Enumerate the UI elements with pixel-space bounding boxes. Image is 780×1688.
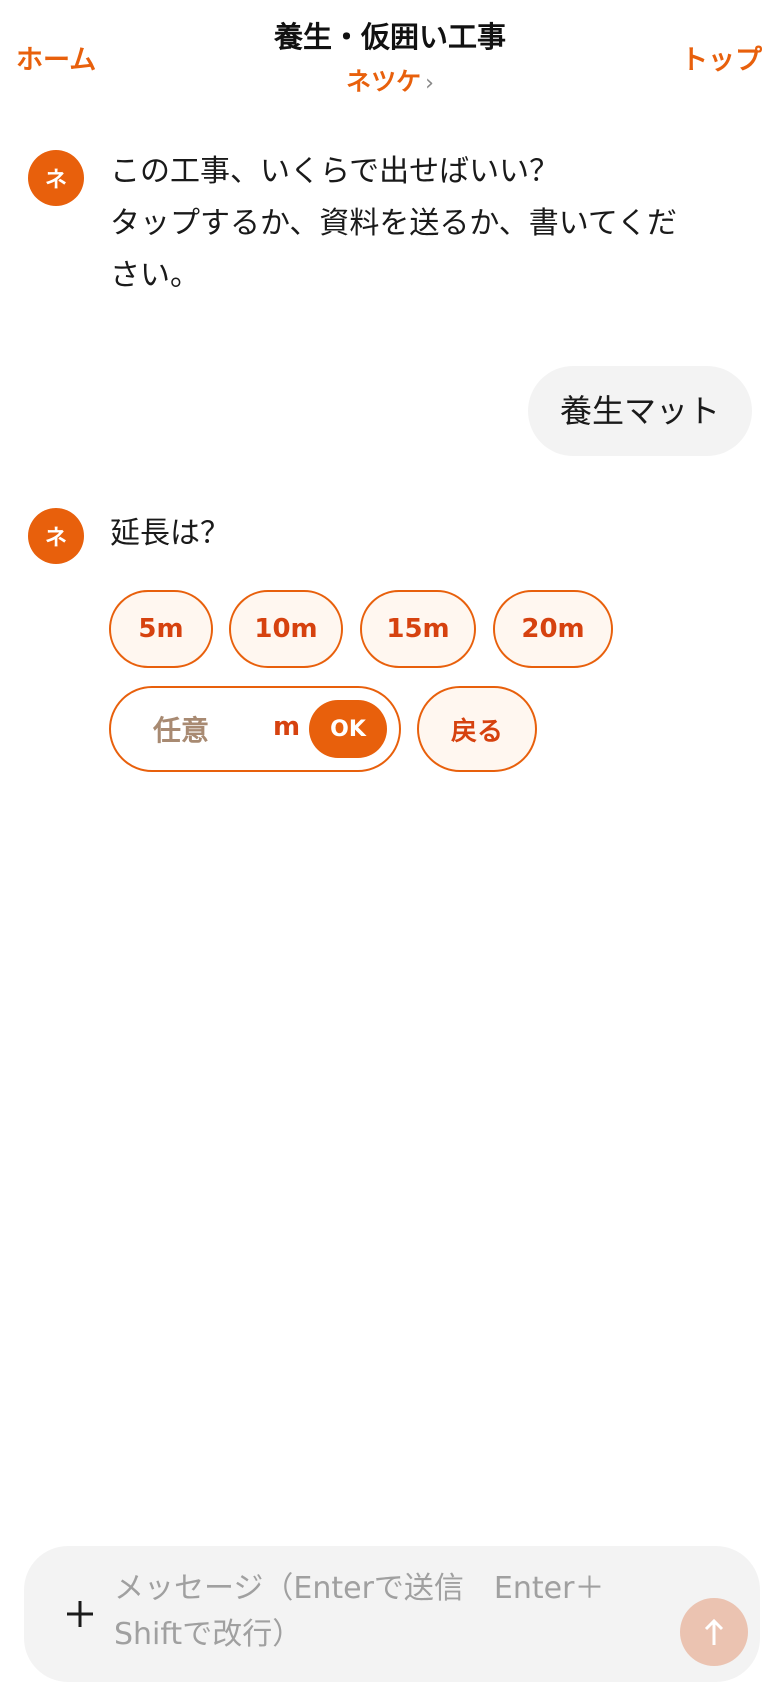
option-chip-20m[interactable]: 20m bbox=[493, 590, 613, 668]
avatar: ネ bbox=[28, 508, 84, 564]
option-chip-10m[interactable]: 10m bbox=[229, 590, 343, 668]
message-composer bbox=[24, 1546, 760, 1682]
unit-label: m bbox=[273, 712, 301, 742]
bot-message-line: タップするか、資料を送るか、書いてくだ bbox=[110, 206, 677, 241]
option-chip-5m[interactable]: 5m bbox=[109, 590, 213, 668]
plus-icon[interactable] bbox=[50, 1584, 110, 1644]
bot-message: この工事、いくらで出せばいい？ タップするか、資料を送るか、書いてくだ さい。 bbox=[110, 146, 740, 302]
ok-button[interactable]: OK bbox=[309, 700, 387, 758]
bot-message-line: さい。 bbox=[110, 258, 200, 293]
custom-length-chip: m OK bbox=[109, 686, 401, 772]
bot-question: 延長は？ bbox=[110, 516, 230, 551]
option-chip-15m[interactable]: 15m bbox=[360, 590, 476, 668]
custom-length-input[interactable] bbox=[151, 705, 265, 755]
chevron-right-icon: › bbox=[425, 71, 434, 96]
send-button[interactable] bbox=[680, 1598, 748, 1666]
user-message-bubble: 養生マット bbox=[527, 366, 752, 456]
message-input[interactable] bbox=[114, 1566, 634, 1662]
arrow-up-icon bbox=[701, 1617, 727, 1647]
back-button[interactable]: 戻る bbox=[417, 686, 537, 772]
assistant-name-link[interactable]: ネツケ › bbox=[0, 62, 780, 98]
assistant-name: ネツケ bbox=[346, 67, 422, 96]
header: ホーム 養生・仮囲い工事 ネツケ › トップ bbox=[0, 0, 780, 110]
top-link[interactable]: トップ bbox=[681, 38, 762, 77]
avatar: ネ bbox=[28, 150, 84, 206]
page-title: 養生・仮囲い工事 bbox=[273, 20, 506, 54]
bot-message-line: この工事、いくらで出せばいい？ bbox=[110, 154, 560, 189]
